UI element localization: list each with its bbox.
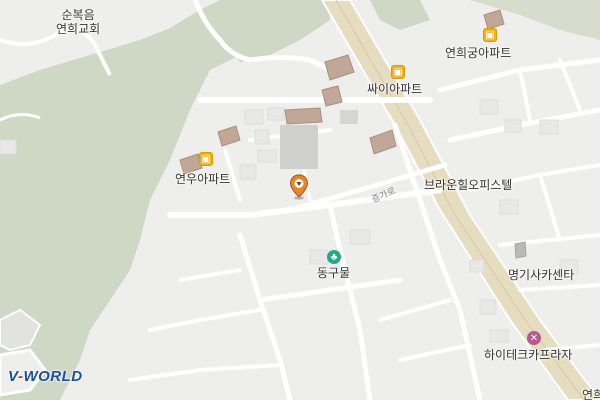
ssai-apt-label[interactable]: 싸이아파트 xyxy=(367,82,422,96)
apartment-icon[interactable]: ▣ xyxy=(391,65,405,79)
apartment-icon[interactable]: ▣ xyxy=(483,28,497,42)
church-label-text: 순복음 연희교회 xyxy=(56,8,101,36)
vworld-logo: V-WORLD xyxy=(8,368,83,385)
tool-icon[interactable]: ✕ xyxy=(527,331,541,345)
location-pin-icon[interactable] xyxy=(289,174,309,200)
yeonhee-gung-apt-label[interactable]: 연희궁아파트 xyxy=(445,46,511,60)
park-icon[interactable]: ♣ xyxy=(327,250,341,264)
donggumul-label[interactable]: 동구물 xyxy=(317,266,350,280)
logo-text: WORLD xyxy=(23,368,83,385)
yeonwoo-apt-label[interactable]: 연우아파트 xyxy=(175,172,230,186)
logo-prefix: V xyxy=(8,368,18,385)
edge-label: 연희 xyxy=(582,388,600,400)
map-view[interactable]: 순복음 연희교회 ▣ 연희궁아파트 ▣ 싸이아파트 ▣ 연우아파트 브라운힐오피… xyxy=(0,0,600,400)
apartment-icon[interactable]: ▣ xyxy=(199,152,213,166)
myeonggi-car-center-label[interactable]: 명기사카센타 xyxy=(508,268,574,282)
brown-hill-officetel-label[interactable]: 브라운힐오피스텔 xyxy=(424,178,512,192)
hitech-car-plaza-label[interactable]: 하이테크카프라자 xyxy=(484,348,572,362)
church-label: 순복음 연희교회 xyxy=(56,8,100,36)
